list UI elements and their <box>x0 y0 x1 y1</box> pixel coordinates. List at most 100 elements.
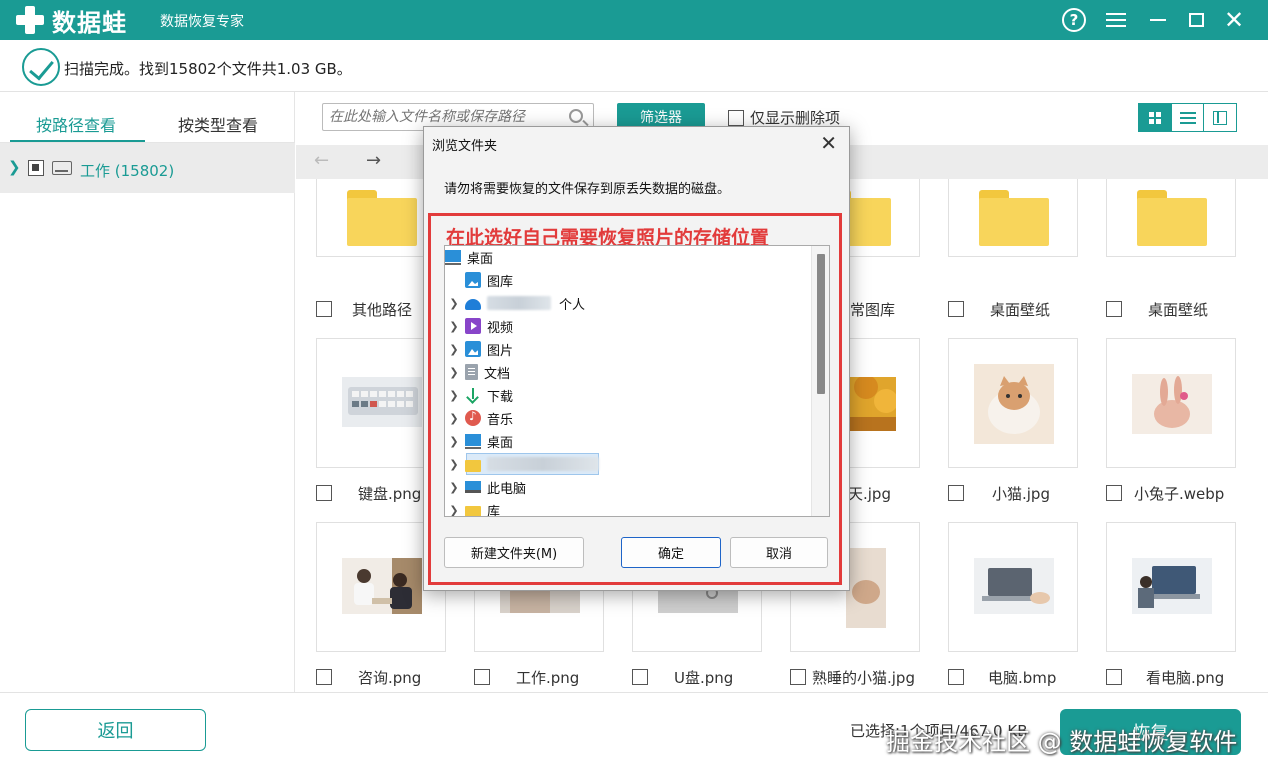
file-name: 小猫.jpg <box>992 484 1050 503</box>
list-view-button[interactable] <box>1172 104 1205 131</box>
file-checkbox[interactable] <box>316 485 332 501</box>
tree-item-desktop[interactable]: ❯ 桌面 <box>449 430 513 452</box>
browse-folder-dialog: 浏览文件夹 ✕ 请勿将需要恢复的文件保存到原丢失数据的磁盘。 在此选好自己需要恢… <box>423 126 850 591</box>
file-label[interactable]: 看电脑.png <box>1106 666 1224 688</box>
chevron-right-icon[interactable]: ❯ <box>449 504 459 517</box>
video-icon <box>465 318 481 334</box>
bunny-thumbnail <box>1132 374 1212 434</box>
file-label[interactable]: 熟睡的小猫.jpg <box>790 666 915 688</box>
chevron-right-icon[interactable]: ❯ <box>449 366 459 379</box>
file-label[interactable]: 小兔子.webp <box>1106 482 1224 504</box>
file-label[interactable]: 小猫.jpg <box>948 482 1050 504</box>
folder-tree[interactable]: 桌面 图库 ❯ 个人 ❯ 视频 ❯ 图片 ❯ 文档 ❯ 下载 ❯ ♪ 音乐 ❯ … <box>444 245 830 517</box>
scan-status-text: 扫描完成。找到15802个文件共1.03 GB。 <box>64 60 352 78</box>
dialog-close-icon[interactable]: ✕ <box>820 131 837 155</box>
tree-item-pictures[interactable]: ❯ 图片 <box>449 338 513 360</box>
menu-button[interactable] <box>1102 6 1130 34</box>
tree-item-personal[interactable]: ❯ 个人 <box>449 292 585 314</box>
back-arrow-icon[interactable]: ← <box>314 150 329 171</box>
logo-cross-icon <box>14 4 46 36</box>
file-checkbox[interactable] <box>790 669 806 685</box>
file-card[interactable] <box>1106 179 1236 257</box>
tree-scrollbar[interactable] <box>811 246 829 516</box>
search-icon[interactable] <box>569 109 583 123</box>
file-name: 咨询.png <box>358 668 422 687</box>
file-checkbox[interactable] <box>1106 485 1122 501</box>
ok-button[interactable]: 确定 <box>621 537 721 568</box>
file-card[interactable] <box>948 522 1078 652</box>
tree-scrollbar-thumb[interactable] <box>817 254 825 394</box>
chevron-right-icon[interactable]: ❯ <box>449 435 459 448</box>
chevron-right-icon[interactable]: ❯ <box>449 481 459 494</box>
minimize-button[interactable] <box>1144 6 1172 34</box>
only-deleted-label: 仅显示删除项 <box>750 109 841 127</box>
chevron-right-icon[interactable]: ❯ <box>449 320 459 333</box>
tree-item-downloads[interactable]: ❯ 下载 <box>449 384 513 406</box>
file-label[interactable]: 键盘.png <box>316 482 421 504</box>
file-checkbox[interactable] <box>1106 301 1122 317</box>
only-deleted-toggle[interactable]: 仅显示删除项 <box>728 107 840 128</box>
file-label[interactable]: 其他路径 <box>316 298 412 320</box>
grid-view-button[interactable] <box>1139 104 1172 131</box>
tree-item-desktop-root[interactable]: 桌面 <box>445 246 493 268</box>
library-folder-icon <box>465 505 481 516</box>
maximize-icon <box>1188 13 1204 27</box>
file-checkbox[interactable] <box>316 669 332 685</box>
file-card[interactable] <box>948 338 1078 468</box>
file-checkbox[interactable] <box>316 301 332 317</box>
file-checkbox[interactable] <box>474 669 490 685</box>
help-button[interactable]: ? <box>1060 6 1088 34</box>
file-checkbox[interactable] <box>632 669 648 685</box>
tree-item-this-pc[interactable]: ❯ 此电脑 <box>449 476 526 498</box>
chevron-right-icon[interactable]: ❯ <box>449 297 459 310</box>
desktop-icon <box>465 433 481 449</box>
file-name: U盘.png <box>674 668 734 687</box>
search-input[interactable] <box>329 107 559 127</box>
file-name: 熟睡的小猫.jpg <box>812 668 915 687</box>
keyboard-thumbnail <box>342 377 422 427</box>
file-label[interactable]: 桌面壁纸 <box>948 298 1050 320</box>
detail-view-button[interactable] <box>1204 104 1236 131</box>
tree-item-documents[interactable]: ❯ 文档 <box>449 361 510 383</box>
tab-by-path[interactable]: 按路径查看 <box>36 112 116 136</box>
tab-by-type[interactable]: 按类型查看 <box>178 112 258 136</box>
file-checkbox[interactable] <box>948 669 964 685</box>
chevron-right-icon[interactable]: ❯ <box>449 343 459 356</box>
maximize-button[interactable] <box>1182 6 1210 34</box>
chevron-right-icon[interactable]: ❯ <box>8 158 21 176</box>
download-icon <box>465 387 481 403</box>
file-checkbox[interactable] <box>1106 669 1122 685</box>
desktop-icon <box>445 249 461 265</box>
file-card[interactable] <box>1106 338 1236 468</box>
cancel-button[interactable]: 取消 <box>730 537 828 568</box>
tree-item-music[interactable]: ❯ 音乐 <box>449 407 513 429</box>
file-label[interactable]: 电脑.bmp <box>948 666 1056 688</box>
file-name: 工作.png <box>516 668 580 687</box>
file-checkbox[interactable] <box>948 485 964 501</box>
tree-item-work[interactable]: ❯ 工作 (15802) <box>0 143 295 193</box>
new-folder-button[interactable]: 新建文件夹(M) <box>444 537 584 568</box>
file-label[interactable]: U盘.png <box>632 666 733 688</box>
close-button[interactable]: ✕ <box>1220 6 1248 34</box>
file-label[interactable]: 工作.png <box>474 666 579 688</box>
file-label[interactable]: 桌面壁纸 <box>1106 298 1208 320</box>
tree-item-library[interactable]: ❯ 库 <box>449 499 500 517</box>
tree-item-selected-folder[interactable]: ❯ <box>449 453 599 475</box>
tree-partial-checkbox[interactable] <box>28 160 44 176</box>
forward-arrow-icon[interactable]: → <box>366 150 381 171</box>
check-circle-icon <box>22 48 60 86</box>
app-subtitle: 数据恢复专家 <box>160 14 244 30</box>
file-checkbox[interactable] <box>948 301 964 317</box>
file-card[interactable] <box>948 179 1078 257</box>
file-label[interactable]: 咨询.png <box>316 666 421 688</box>
document-icon <box>465 364 478 380</box>
folder-icon <box>1137 190 1207 246</box>
file-card[interactable] <box>1106 522 1236 652</box>
tree-item-gallery[interactable]: 图库 <box>465 269 513 291</box>
chevron-right-icon[interactable]: ❯ <box>449 458 459 471</box>
only-deleted-checkbox[interactable] <box>728 109 744 126</box>
chevron-right-icon[interactable]: ❯ <box>449 389 459 402</box>
tree-item-videos[interactable]: ❯ 视频 <box>449 315 513 337</box>
back-button[interactable]: 返回 <box>25 709 206 751</box>
chevron-right-icon[interactable]: ❯ <box>449 412 459 425</box>
